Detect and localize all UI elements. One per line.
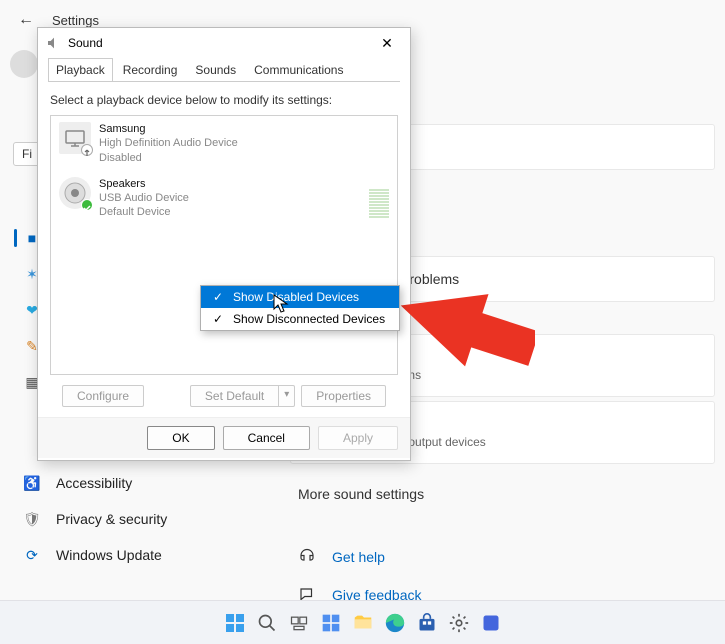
help-icon — [298, 548, 316, 566]
set-default-dropdown[interactable]: ▾ — [279, 385, 295, 407]
cancel-button[interactable]: Cancel — [223, 426, 310, 450]
device-driver: USB Audio Device — [99, 191, 189, 205]
dialog-titlebar[interactable]: Sound ✕ — [38, 28, 410, 58]
vu-meter — [369, 177, 389, 220]
device-name: Samsung — [99, 122, 238, 136]
set-default-button[interactable]: Set Default — [190, 385, 279, 407]
apply-button[interactable]: Apply — [318, 426, 398, 450]
back-button[interactable]: ← — [18, 11, 34, 29]
tab-sounds[interactable]: Sounds — [187, 58, 244, 82]
cursor-icon — [273, 294, 289, 317]
check-icon: ✓ — [211, 312, 225, 326]
monitor-icon — [59, 122, 91, 154]
more-sound-settings[interactable]: More sound settings — [290, 468, 715, 520]
tab-recording[interactable]: Recording — [115, 58, 186, 82]
tab-communications[interactable]: Communications — [246, 58, 351, 82]
dialog-tabs: Playback Recording Sounds Communications — [38, 58, 410, 82]
accessibility-icon: ♿ — [24, 475, 40, 491]
device-list[interactable]: Samsung High Definition Audio Device Dis… — [50, 115, 398, 375]
close-icon[interactable]: ✕ — [372, 35, 402, 52]
default-badge-icon — [81, 199, 93, 211]
sidebar-item-label: Accessibility — [56, 475, 132, 491]
sidebar-item-label: Privacy & security — [56, 511, 167, 527]
check-icon: ✓ — [211, 290, 225, 304]
sidebar-item-accessibility[interactable]: ♿ Accessibility — [14, 465, 280, 501]
device-status: Disabled — [99, 151, 238, 165]
device-status: Default Device — [99, 205, 189, 219]
taskbar[interactable] — [0, 600, 725, 644]
configure-button[interactable]: Configure — [62, 385, 144, 407]
callout-arrow-icon — [395, 268, 535, 403]
search-icon[interactable] — [254, 610, 280, 636]
sidebar-item-update[interactable]: ⟳ Windows Update — [14, 537, 280, 573]
device-name: Speakers — [99, 177, 189, 191]
store-icon[interactable] — [414, 610, 440, 636]
edge-icon[interactable] — [382, 610, 408, 636]
device-samsung[interactable]: Samsung High Definition Audio Device Dis… — [51, 116, 397, 171]
ok-button[interactable]: OK — [147, 426, 214, 450]
get-help-link[interactable]: Get help — [290, 538, 715, 576]
device-driver: High Definition Audio Device — [99, 136, 238, 150]
sound-dialog: Sound ✕ Playback Recording Sounds Commun… — [37, 27, 411, 461]
dialog-instruction: Select a playback device below to modify… — [50, 93, 398, 107]
header-title: Settings — [52, 13, 99, 28]
show-disabled-devices-item[interactable]: ✓ Show Disabled Devices — [201, 286, 399, 308]
sound-icon — [46, 35, 62, 51]
sidebar-item-privacy[interactable]: 🛡 Privacy & security — [14, 501, 280, 537]
device-speakers[interactable]: Speakers USB Audio Device Default Device — [51, 171, 397, 226]
tab-playback[interactable]: Playback — [48, 58, 113, 82]
avatar[interactable] — [10, 50, 38, 78]
update-icon: ⟳ — [24, 547, 40, 563]
widgets-icon[interactable] — [318, 610, 344, 636]
disabled-badge-icon — [81, 144, 93, 156]
properties-button[interactable]: Properties — [301, 385, 386, 407]
settings-taskbar-icon[interactable] — [446, 610, 472, 636]
sidebar-item-label: Windows Update — [56, 547, 162, 563]
taskview-icon[interactable] — [286, 610, 312, 636]
context-menu: ✓ Show Disabled Devices ✓ Show Disconnec… — [200, 285, 400, 331]
speaker-icon — [59, 177, 91, 209]
dialog-title: Sound — [68, 36, 372, 50]
shield-icon: 🛡 — [24, 511, 40, 527]
explorer-icon[interactable] — [350, 610, 376, 636]
show-disconnected-devices-item[interactable]: ✓ Show Disconnected Devices — [201, 308, 399, 330]
app-icon[interactable] — [478, 610, 504, 636]
start-icon[interactable] — [222, 610, 248, 636]
